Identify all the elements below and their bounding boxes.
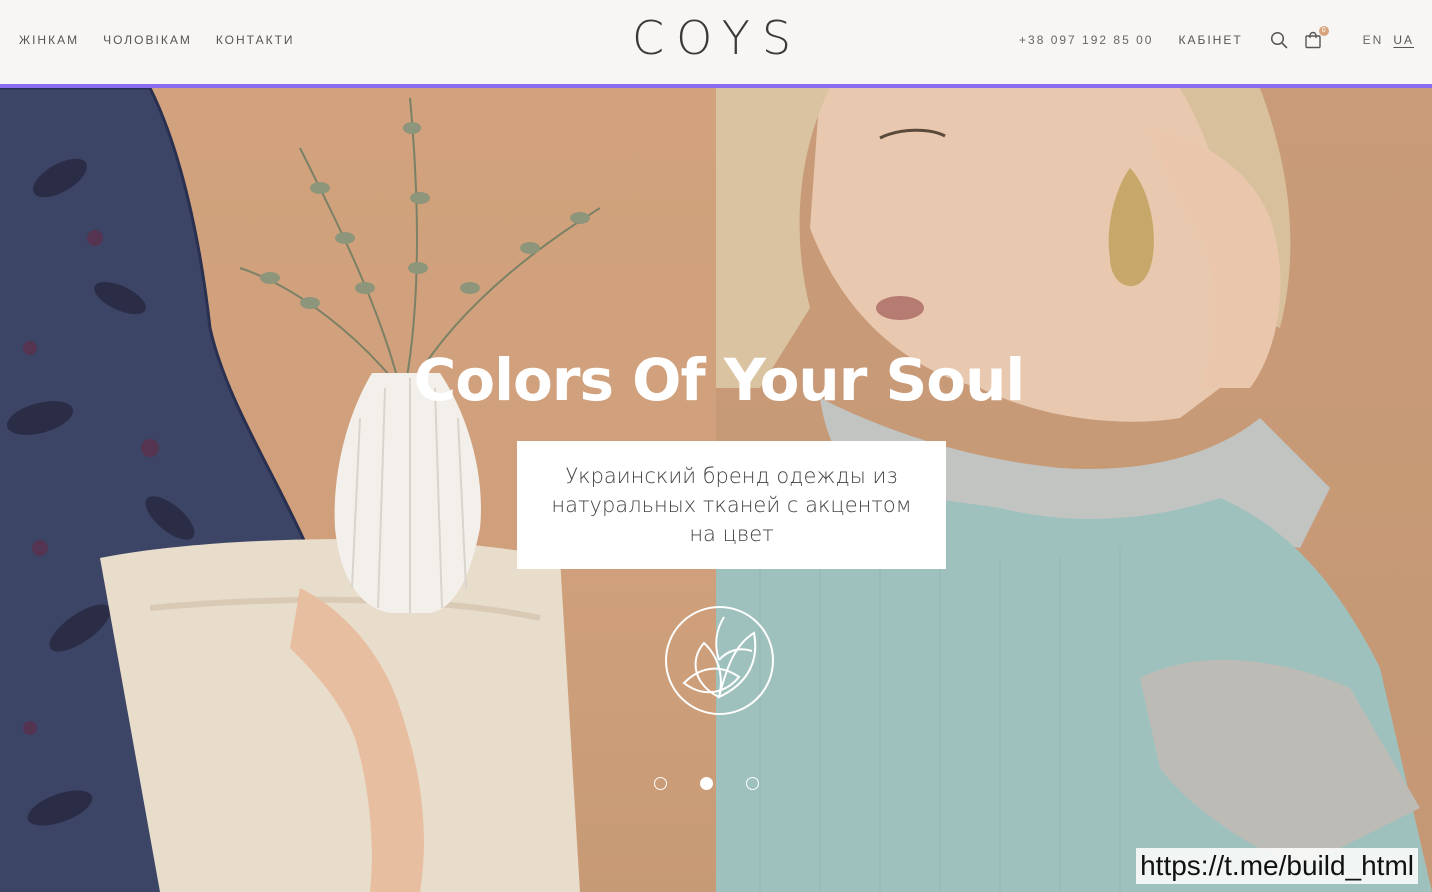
slide-dot-3[interactable] xyxy=(746,777,759,790)
hero-slider: Colors Of Your Soul Украинский бренд оде… xyxy=(0,88,1432,892)
nav-men-link[interactable]: ЧОЛОВІКАМ xyxy=(103,33,192,47)
watermark-text: https://t.me/build_html xyxy=(1136,848,1418,884)
slide-dot-1[interactable] xyxy=(654,777,667,790)
nav-contacts-link[interactable]: КОНТАКТИ xyxy=(216,33,295,47)
site-header: ЖІНКАМ ЧОЛОВІКАМ КОНТАКТИ COYS +38 097 1… xyxy=(0,0,1432,84)
phone-link[interactable]: +38 097 192 85 00 xyxy=(1019,33,1153,47)
nav-women-link[interactable]: ЖІНКАМ xyxy=(19,33,79,47)
brand-logo[interactable]: COYS xyxy=(632,12,803,64)
search-button[interactable] xyxy=(1269,30,1289,50)
lang-en-link[interactable]: EN xyxy=(1363,33,1384,47)
slider-pagination xyxy=(654,777,759,790)
leaf-emblem-icon xyxy=(665,606,774,715)
tagline-box: Украинский бренд одежды из натуральных т… xyxy=(517,441,946,569)
hero-headline: Colors Of Your Soul xyxy=(413,346,1026,414)
slide-dot-2[interactable] xyxy=(700,777,713,790)
hero-tagline: Украинский бренд одежды из натуральных т… xyxy=(551,463,912,546)
main-nav: ЖІНКАМ ЧОЛОВІКАМ КОНТАКТИ xyxy=(19,33,295,47)
search-icon xyxy=(1270,31,1287,49)
cabinet-link[interactable]: КАБІНЕТ xyxy=(1178,33,1242,47)
cart-count-badge: 0 xyxy=(1318,26,1329,36)
header-actions: +38 097 192 85 00 КАБІНЕТ 0 EN UA xyxy=(1019,26,1414,50)
lang-ua-link[interactable]: UA xyxy=(1393,33,1414,47)
cart-button[interactable]: 0 xyxy=(1303,26,1329,50)
